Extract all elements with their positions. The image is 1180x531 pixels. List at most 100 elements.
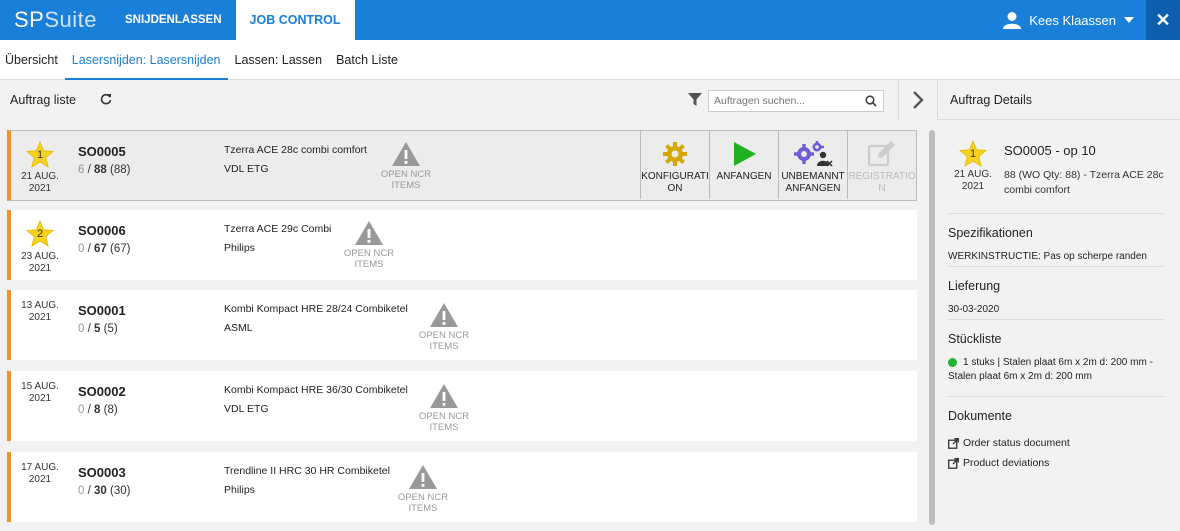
details-title: Auftrag Details (950, 93, 1032, 107)
order-date: 15 AUG. 2021 (21, 381, 59, 404)
order-product: Tzerra ACE 28c combi comfort (224, 144, 367, 156)
details-date: 21 AUG. 2021 (954, 169, 992, 192)
order-number: SO0003 (78, 465, 126, 480)
order-quantity: 0 / 5 (5) (78, 323, 118, 335)
order-product: Trendline II HRC 30 HR Combiketel (224, 465, 390, 477)
tab-snijdenlassen[interactable]: SNIJDENLASSEN (111, 0, 236, 40)
order-number: SO0006 (78, 223, 126, 238)
status-dot-icon (948, 357, 957, 367)
doc-link-product-deviations[interactable]: Product deviations (948, 457, 1164, 469)
warning-icon (409, 465, 437, 489)
priority-star-icon: 1 (25, 140, 55, 169)
open-ncr-items[interactable]: OPEN NCR ITEMS (409, 302, 479, 352)
order-actions: KONFIGURATI ON ANFANGEN UNBEMANNT ANFANGEN… (640, 131, 916, 199)
user-name: Kees Klaassen (1029, 12, 1116, 28)
toggle-details-button[interactable] (898, 80, 938, 120)
order-customer: Philips (224, 484, 255, 496)
order-customer: VDL ETG (224, 403, 269, 415)
unmanned-start-button[interactable]: UNBEMANNT ANFANGEN (778, 131, 847, 199)
chevron-right-icon (913, 91, 924, 109)
order-customer: ASML (224, 322, 253, 334)
external-link-icon (948, 457, 959, 469)
open-ncr-items[interactable]: OPEN NCR ITEMS (409, 383, 479, 433)
bom-title: Stückliste (948, 332, 1002, 346)
subtab-ubersicht[interactable]: Übersicht (0, 40, 65, 80)
app-logo[interactable]: SPSuite (0, 0, 111, 40)
refresh-icon[interactable] (100, 92, 112, 108)
top-bar: SPSuite SNIJDENLASSEN JOB CONTROL Kees K… (0, 0, 1180, 40)
order-list-title: Auftrag liste (10, 93, 77, 107)
user-icon (1003, 12, 1022, 29)
order-card-so0006[interactable]: 2 23 AUG. 2021 SO0006 0 / 67 (67) Tzerra … (7, 210, 917, 280)
start-button[interactable]: ANFANGEN (709, 131, 778, 199)
external-link-icon (948, 437, 959, 449)
doc-link-order-status[interactable]: Order status document (948, 437, 1164, 449)
gear-icon (663, 142, 687, 166)
order-list-scrollbar[interactable] (929, 130, 935, 525)
user-menu[interactable]: Kees Klaassen (991, 0, 1146, 40)
subtab-lassen[interactable]: Lassen: Lassen (228, 40, 330, 80)
delivery-section: Lieferung 30-03-2020 (948, 266, 1164, 317)
documents-section: Dokumente Order status document Product … (948, 396, 1164, 469)
bom-section: Stückliste 1 stuks | Stalen plaat 6m x 2… (948, 319, 1164, 384)
warning-icon (355, 221, 383, 245)
search-icon[interactable] (865, 95, 877, 107)
order-number: SO0002 (78, 384, 126, 399)
order-card-so0002[interactable]: 15 AUG. 2021 SO0002 0 / 8 (8) Kombi Kompa… (7, 371, 917, 441)
caret-down-icon (1124, 17, 1134, 23)
close-button[interactable]: ✕ (1146, 0, 1180, 40)
bom-item: 1 stuks | Stalen plaat 6m x 2m d: 200 mm… (948, 357, 1153, 382)
edit-icon (868, 141, 895, 167)
search-box (708, 90, 884, 112)
priority-star-icon: 1 (958, 139, 988, 168)
spec-section: Spezifikationen WERKINSTRUCTIE: Pas op s… (948, 213, 1164, 264)
subtab-lasersnijden[interactable]: Lasersnijden: Lasersnijden (64, 40, 228, 80)
top-nav: SNIJDENLASSEN JOB CONTROL (111, 0, 355, 40)
details-panel: 1 21 AUG. 2021 SO0005 - op 10 88 (WO Qty:… (938, 121, 1180, 531)
order-customer: Philips (224, 242, 255, 254)
filter-icon[interactable] (688, 93, 702, 107)
order-card-so0003[interactable]: 17 AUG. 2021 SO0003 0 / 30 (30) Trendline… (7, 452, 917, 522)
order-date: 21 AUG. 2021 (21, 171, 59, 194)
subtab-batch-liste[interactable]: Batch Liste (329, 40, 405, 80)
order-quantity: 0 / 30 (30) (78, 485, 131, 497)
warning-icon (392, 142, 420, 166)
delivery-title: Lieferung (948, 279, 1001, 293)
order-card-so0005[interactable]: 1 21 AUG. 2021 SO0005 6 / 88 (88) Tzerra … (7, 130, 917, 201)
details-header: Auftrag Details (938, 80, 1180, 120)
priority-number: 1 (969, 148, 977, 160)
priority-star-icon: 2 (25, 219, 55, 248)
order-customer: VDL ETG (224, 163, 269, 175)
order-quantity: 6 / 88 (88) (78, 164, 131, 176)
order-quantity: 0 / 67 (67) (78, 243, 131, 255)
priority-number: 1 (36, 149, 44, 161)
order-quantity: 0 / 8 (8) (78, 404, 118, 416)
warning-icon (430, 384, 458, 408)
order-number: SO0005 (78, 144, 126, 159)
details-order-title: SO0005 - op 10 (1004, 143, 1096, 158)
documents-title: Dokumente (948, 409, 1012, 423)
unmanned-gears-icon (794, 141, 833, 167)
configuration-button[interactable]: KONFIGURATI ON (640, 131, 709, 199)
order-date: 23 AUG. 2021 (21, 251, 59, 274)
search-input[interactable] (709, 91, 859, 111)
tab-job-control[interactable]: JOB CONTROL (235, 0, 355, 40)
order-product: Tzerra ACE 29c Combi (224, 223, 332, 235)
order-product: Kombi Kompact HRE 28/24 Combiketel (224, 303, 408, 315)
warning-icon (430, 303, 458, 327)
order-card-so0001[interactable]: 13 AUG. 2021 SO0001 0 / 5 (5) Kombi Kompa… (7, 290, 917, 360)
order-date: 13 AUG. 2021 (21, 300, 59, 323)
play-icon (734, 142, 756, 166)
spec-title: Spezifikationen (948, 226, 1033, 240)
order-date: 17 AUG. 2021 (21, 462, 59, 485)
open-ncr-items[interactable]: OPEN NCR ITEMS (371, 141, 441, 191)
registration-button: REGISTRATIO N (847, 131, 916, 199)
priority-number: 2 (36, 228, 44, 240)
spec-text: WERKINSTRUCTIE: Pas op scherpe randen (948, 251, 1147, 262)
open-ncr-items[interactable]: OPEN NCR ITEMS (334, 220, 404, 270)
order-list: 1 21 AUG. 2021 SO0005 6 / 88 (88) Tzerra … (0, 120, 938, 531)
sub-nav: Übersicht Lasersnijden: Lasersnijden Las… (0, 40, 1180, 80)
open-ncr-items[interactable]: OPEN NCR ITEMS (388, 464, 458, 514)
delivery-date: 30-03-2020 (948, 304, 1000, 315)
order-number: SO0001 (78, 303, 126, 318)
